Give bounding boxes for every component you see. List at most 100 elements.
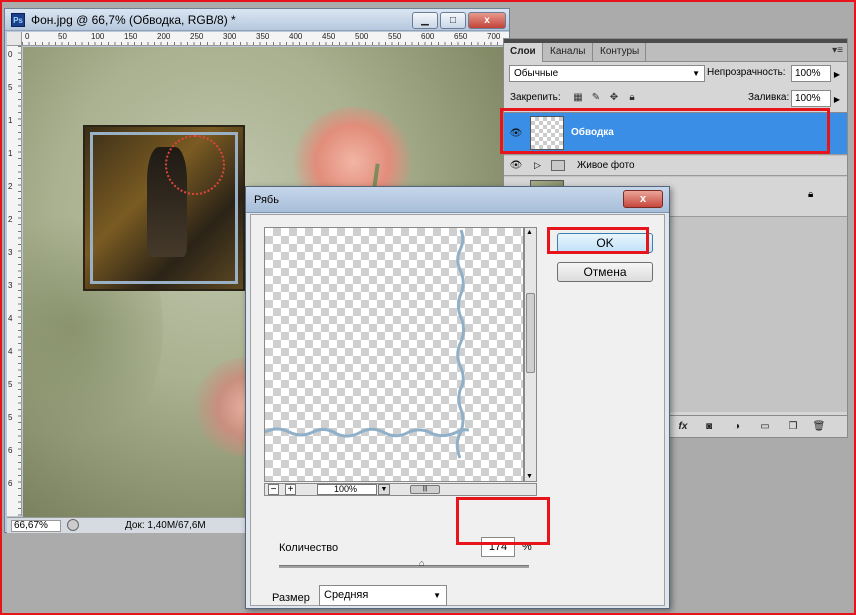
horizontal-scroll-thumb[interactable]: |||: [410, 485, 440, 494]
dialog-body: ▲ ▼ − + 100% ▼ ||| OK Отмена Количество …: [250, 214, 665, 606]
chevron-right-icon: ▶: [833, 70, 840, 79]
ruler-tick-label: 2: [8, 215, 13, 224]
document-info: Док: 1,40M/67,6M: [125, 520, 206, 531]
zoom-field[interactable]: 66,67%: [11, 520, 61, 532]
ruler-tick-label: 450: [322, 32, 336, 41]
light-trail: [165, 135, 225, 195]
fx-icon[interactable]: fx: [676, 420, 690, 434]
ruler-tick-label: 1: [8, 116, 13, 125]
ripple-stroke-preview: [265, 229, 470, 459]
ruler-tick-label: 5: [8, 83, 13, 92]
lock-label: Закрепить:: [510, 92, 561, 103]
tab-channels[interactable]: Каналы: [544, 43, 593, 62]
dialog-titlebar[interactable]: Рябь x: [246, 187, 669, 213]
panel-tabs: Слои Каналы Контуры ▾≡: [504, 43, 847, 62]
lock-pixels-icon[interactable]: ✎: [590, 92, 602, 104]
ruler-tick-label: 600: [421, 32, 435, 41]
ruler-tick-label: 0: [25, 32, 30, 41]
ruler-tick-label: 5: [8, 380, 13, 389]
trash-icon[interactable]: 🗑︎: [812, 420, 826, 434]
ruler-corner: [7, 32, 22, 46]
amount-slider-track[interactable]: [279, 565, 529, 568]
preview-vertical-scrollbar[interactable]: ▲ ▼: [524, 227, 537, 482]
lock-all-icon[interactable]: 🔒︎: [626, 92, 638, 104]
lock-icon: 🔒︎: [808, 189, 814, 200]
layer-row-live-photo[interactable]: 👁︎ ▷ Живое фото: [504, 156, 847, 176]
zoom-out-button[interactable]: −: [268, 484, 279, 495]
blend-mode-value: Обычные: [514, 68, 559, 79]
document-title: Фон.jpg @ 66,7% (Обводка, RGB/8) *: [31, 13, 236, 27]
ruler-tick-label: 0: [8, 50, 13, 59]
ruler-tick-label: 150: [124, 32, 138, 41]
ruler-tick-label: 400: [289, 32, 303, 41]
opacity-label: Непрозрачность:: [707, 67, 786, 78]
cancel-button[interactable]: Отмена: [557, 262, 653, 282]
adjustment-icon[interactable]: ◑: [730, 420, 744, 434]
ruler-tick-label: 200: [157, 32, 171, 41]
ruler-tick-label: 550: [388, 32, 402, 41]
vertical-ruler: 0 5 1 1 2 2 3 3 4 4 5 5 6 6: [7, 46, 22, 516]
chevron-down-icon[interactable]: ▼: [378, 484, 390, 495]
group-icon[interactable]: ▭: [758, 420, 772, 434]
status-icon[interactable]: [67, 519, 79, 531]
ruler-tick-label: 4: [8, 314, 13, 323]
tab-paths[interactable]: Контуры: [594, 43, 647, 62]
layer-name: Живое фото: [577, 160, 635, 171]
dialog-title: Рябь: [254, 194, 279, 206]
ruler-tick-label: 5: [8, 413, 13, 422]
preview-area[interactable]: [264, 227, 524, 482]
ruler-tick-label: 500: [355, 32, 369, 41]
amount-slider-thumb[interactable]: ⌂: [419, 559, 428, 568]
ruler-tick-label: 6: [8, 479, 13, 488]
mask-icon[interactable]: ◙: [702, 420, 716, 434]
folder-icon: [551, 160, 565, 171]
size-select[interactable]: Средняя ▼: [319, 585, 447, 606]
dialog-close-button[interactable]: x: [623, 190, 663, 208]
highlight-amount-field: [456, 497, 550, 545]
ruler-tick-label: 250: [190, 32, 204, 41]
size-label: Размер: [272, 592, 310, 604]
ruler-tick-label: 3: [8, 248, 13, 257]
chevron-right-icon: ▶: [833, 95, 840, 104]
ruler-tick-label: 350: [256, 32, 270, 41]
fill-field[interactable]: 100% ▶: [791, 90, 840, 107]
new-layer-icon[interactable]: ❐: [786, 420, 800, 434]
document-titlebar[interactable]: Ps Фон.jpg @ 66,7% (Обводка, RGB/8) * ▁ …: [5, 9, 509, 31]
ruler-tick-label: 6: [8, 446, 13, 455]
expand-triangle-icon[interactable]: ▷: [534, 160, 541, 171]
size-value: Средняя: [324, 589, 369, 601]
scroll-up-icon[interactable]: ▲: [526, 229, 533, 236]
lock-position-icon[interactable]: ✥: [608, 92, 620, 104]
ruler-tick-label: 4: [8, 347, 13, 356]
blend-mode-select[interactable]: Обычные ▼: [509, 65, 705, 82]
maximize-button[interactable]: □: [440, 12, 466, 29]
highlight-ok-button: [547, 227, 649, 254]
tab-layers[interactable]: Слои: [504, 43, 543, 62]
ruler-tick-label: 2: [8, 182, 13, 191]
panel-menu-icon[interactable]: ▾≡: [832, 45, 843, 56]
ruler-tick-label: 650: [454, 32, 468, 41]
minimize-button[interactable]: ▁: [412, 12, 438, 29]
ruler-tick-label: 1: [8, 149, 13, 158]
close-button[interactable]: x: [468, 12, 506, 29]
highlight-selected-layer: [500, 108, 830, 154]
horizontal-ruler: 0 50 100 150 200 250 300 350 400 450 500 550 600 650 7…: [22, 32, 509, 46]
lock-transparency-icon[interactable]: ▦: [572, 92, 584, 104]
preview-zoom-select[interactable]: 100%: [317, 484, 377, 495]
photoshop-icon: Ps: [11, 13, 25, 27]
opacity-field[interactable]: 100% ▶: [791, 65, 840, 82]
vertical-scroll-thumb[interactable]: [526, 293, 535, 373]
scroll-down-icon[interactable]: ▼: [526, 473, 533, 480]
zoom-in-button[interactable]: +: [285, 484, 296, 495]
preview-zoom-bar: − + 100% ▼ |||: [264, 483, 537, 496]
fill-value: 100%: [795, 93, 821, 104]
ruler-tick-label: 3: [8, 281, 13, 290]
eye-icon[interactable]: 👁︎: [507, 158, 525, 174]
amount-label: Количество: [279, 542, 339, 554]
ruler-tick-label: 300: [223, 32, 237, 41]
ruler-tick-label: 50: [58, 32, 67, 41]
opacity-value: 100%: [795, 68, 821, 79]
chevron-down-icon: ▼: [692, 69, 700, 78]
lock-icons: ▦ ✎ ✥ 🔒︎: [572, 92, 638, 104]
chevron-down-icon: ▼: [433, 591, 441, 600]
